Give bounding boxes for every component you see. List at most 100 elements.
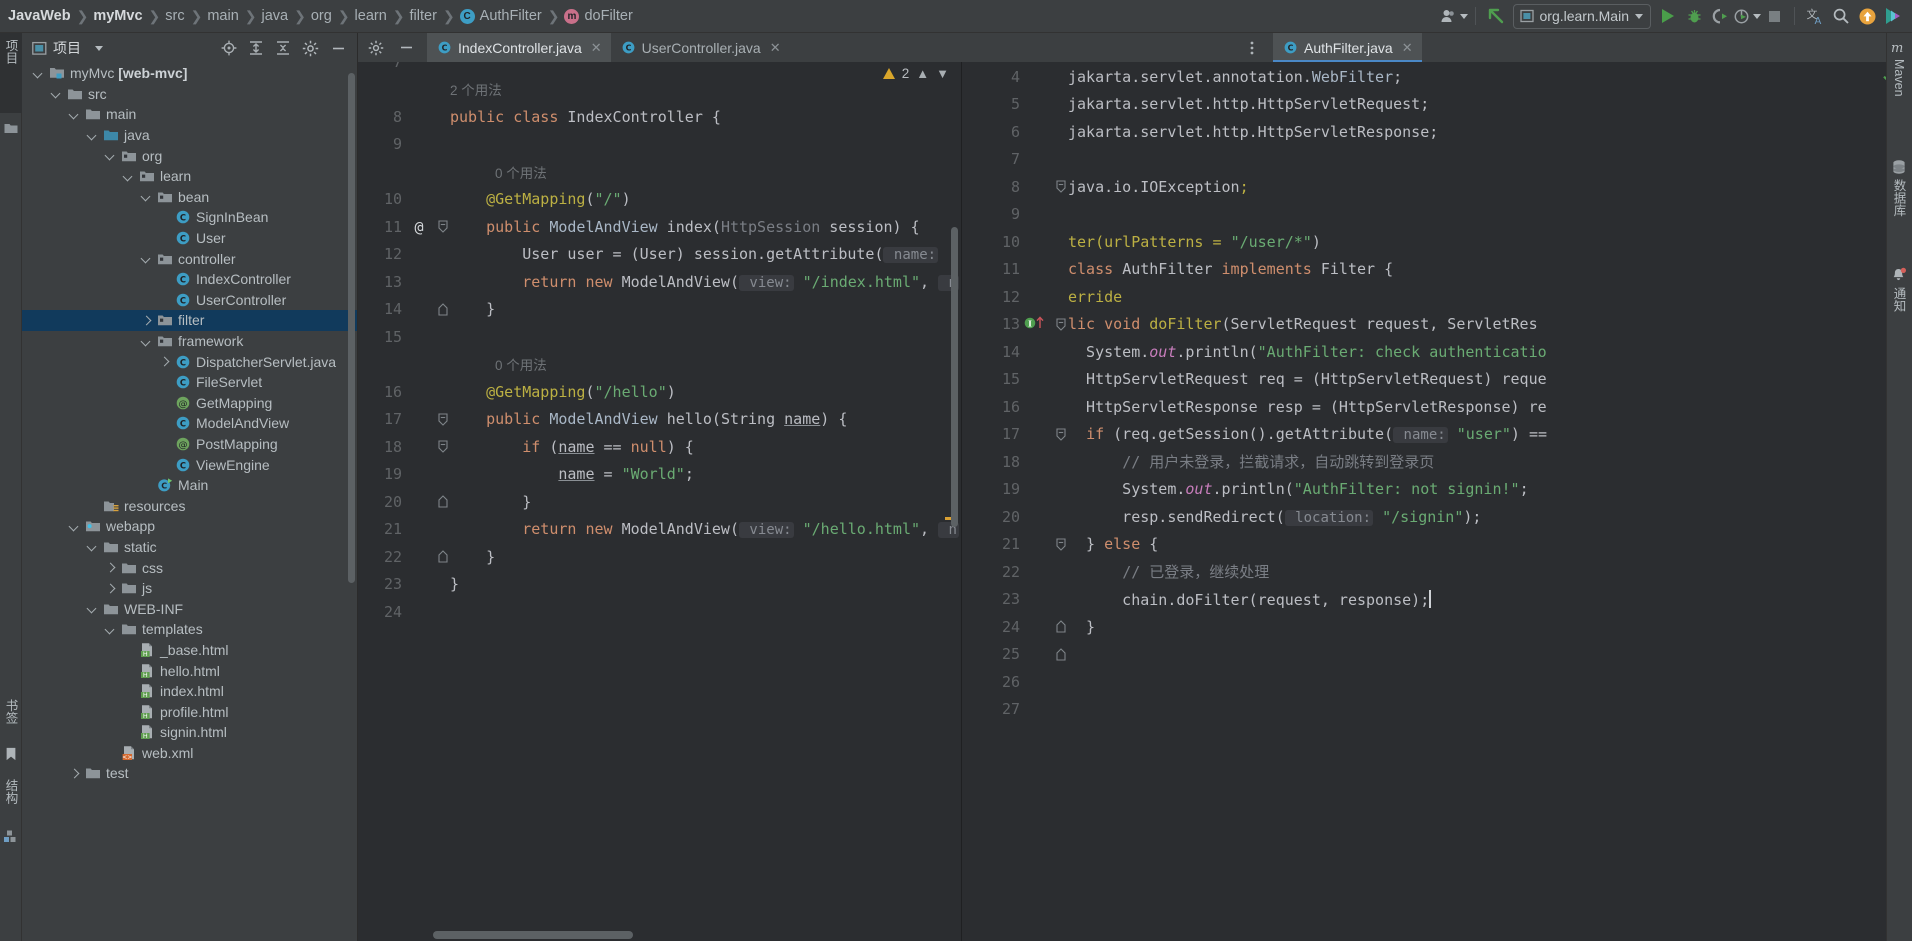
- tree-node-test[interactable]: test: [22, 763, 357, 784]
- run-configuration-selector[interactable]: org.learn.Main: [1512, 3, 1651, 29]
- editor-pane-index-controller[interactable]: 72 个用法8public class IndexController {9 0…: [358, 62, 962, 941]
- chevron-down-icon[interactable]: [68, 108, 81, 121]
- more-vertical-icon[interactable]: [1244, 40, 1260, 56]
- usage-hint[interactable]: 0 个用法: [450, 358, 547, 373]
- run-button[interactable]: [1655, 3, 1681, 29]
- chevron-down-icon[interactable]: [122, 170, 135, 183]
- tree-node-indexcontroller[interactable]: C IndexController: [22, 269, 357, 290]
- update-button[interactable]: [1854, 3, 1880, 29]
- code-line[interactable]: 11 class AuthFilter implements Filter {: [976, 256, 1912, 284]
- code-line[interactable]: 10 @GetMapping("/"): [358, 186, 961, 214]
- code-line[interactable]: 12 User user = (User) session.getAttribu…: [358, 241, 961, 269]
- breadcrumb-item-learn[interactable]: learn: [355, 8, 387, 24]
- editor-left-hscrollbar[interactable]: [433, 931, 633, 939]
- tree-node-signinbean[interactable]: C SignInBean: [22, 207, 357, 228]
- database-icon[interactable]: [1891, 159, 1907, 175]
- sidebar-item-bookmarks[interactable]: 书签: [0, 693, 22, 743]
- chevron-up-icon[interactable]: ▲: [916, 66, 929, 81]
- code-line[interactable]: 8 public class IndexController {: [358, 103, 961, 131]
- code-line[interactable]: 19 name = "World";: [358, 461, 961, 489]
- settings-gear-icon[interactable]: [302, 40, 319, 57]
- gutter-marks[interactable]: I: [1020, 315, 1054, 334]
- code-line[interactable]: 9: [976, 201, 1912, 229]
- sidebar-item-maven[interactable]: Maven: [1886, 59, 1912, 119]
- tree-node-profile-html[interactable]: Hprofile.html: [22, 701, 357, 722]
- chevron-right-icon[interactable]: [104, 561, 117, 574]
- code-line[interactable]: 14 System.out.println("AuthFilter: check…: [976, 338, 1912, 366]
- tree-node-templates[interactable]: templates: [22, 619, 357, 640]
- tree-node-dispatcherservlet-java[interactable]: C DispatcherServlet.java: [22, 351, 357, 372]
- tree-node-fileservlet[interactable]: C FileServlet: [22, 372, 357, 393]
- fold-collapse-icon[interactable]: [436, 440, 450, 454]
- code-line[interactable]: 9: [358, 131, 961, 159]
- chevron-right-icon[interactable]: [68, 767, 81, 780]
- override-annotation-gutter-icon[interactable]: @: [414, 218, 423, 236]
- breadcrumb-item-src[interactable]: src: [165, 8, 184, 24]
- code-line[interactable]: 26: [976, 668, 1912, 696]
- code-line[interactable]: 6 jakarta.servlet.http.HttpServletRespons…: [976, 118, 1912, 146]
- inspection-widget-left[interactable]: 2 ▲ ▼: [882, 66, 949, 81]
- breadcrumb-item-dofilter[interactable]: m doFilter: [564, 8, 633, 24]
- chevron-down-icon[interactable]: [140, 190, 153, 203]
- maven-icon[interactable]: m: [1891, 39, 1907, 55]
- editor-left-more-actions[interactable]: [1233, 33, 1273, 62]
- tree-node--base-html[interactable]: H _base.html: [22, 640, 357, 661]
- close-icon[interactable]: ✕: [591, 40, 602, 56]
- tree-node-src[interactable]: src: [22, 84, 357, 105]
- chevron-down-icon[interactable]: [86, 602, 99, 615]
- chevron-down-icon[interactable]: ▼: [936, 66, 949, 81]
- tree-node-java[interactable]: java: [22, 125, 357, 146]
- code-line[interactable]: 23 chain.doFilter(request, response);: [976, 586, 1912, 614]
- ai-assistant-button[interactable]: [1880, 3, 1906, 29]
- fold-collapse-icon[interactable]: [1054, 428, 1068, 441]
- chevron-right-icon[interactable]: [104, 582, 117, 595]
- tree-node-resources[interactable]: resources: [22, 495, 357, 516]
- code-line[interactable]: 7: [358, 62, 961, 76]
- tree-node-index-html[interactable]: Hindex.html: [22, 681, 357, 702]
- code-line[interactable]: 20 }: [358, 488, 961, 516]
- tree-node-framework[interactable]: framework: [22, 331, 357, 352]
- tree-node-controller[interactable]: controller: [22, 248, 357, 269]
- implementing-method-gutter-icon[interactable]: I: [1024, 315, 1050, 334]
- code-line[interactable]: 5 jakarta.servlet.http.HttpServletRequest…: [976, 91, 1912, 119]
- chevron-down-icon[interactable]: [95, 45, 103, 51]
- tree-node-web-inf[interactable]: WEB-INF: [22, 598, 357, 619]
- code-line[interactable]: 0 个用法: [358, 351, 961, 379]
- fold-end-icon[interactable]: [436, 302, 450, 316]
- fold-end-icon[interactable]: [436, 550, 450, 563]
- code-line[interactable]: 17 public ModelAndView hello(String name…: [358, 406, 961, 434]
- code-line[interactable]: 25: [976, 641, 1912, 669]
- chevron-right-icon[interactable]: [140, 314, 153, 327]
- fold-end-icon[interactable]: [1054, 647, 1068, 661]
- select-opened-file-icon[interactable]: [221, 40, 237, 56]
- breadcrumb-item-org[interactable]: org: [311, 8, 332, 24]
- code-line[interactable]: 15 HttpServletRequest req = (HttpServlet…: [976, 366, 1912, 394]
- chevron-right-icon[interactable]: [158, 355, 171, 368]
- bookmark-icon[interactable]: [4, 747, 18, 761]
- code-line[interactable]: 22 // 已登录，继续处理: [976, 558, 1912, 586]
- code-line[interactable]: 21 } else {: [976, 531, 1912, 559]
- code-line[interactable]: 8 java.io.IOException;: [976, 173, 1912, 201]
- folder-icon[interactable]: [4, 121, 18, 135]
- tree-node-webapp[interactable]: webapp: [22, 516, 357, 537]
- tree-node-main[interactable]: C Main: [22, 475, 357, 496]
- tree-node-static[interactable]: static: [22, 537, 357, 558]
- code-line[interactable]: 2 个用法: [358, 76, 961, 104]
- tree-node-learn[interactable]: learn: [22, 166, 357, 187]
- fold-collapse-icon[interactable]: [436, 413, 450, 426]
- account-button[interactable]: [1440, 3, 1468, 29]
- editor-left-vscrollbar[interactable]: [951, 227, 958, 527]
- code-line[interactable]: 13 return new ModelAndView( view: "/inde…: [358, 268, 961, 296]
- code-line[interactable]: 21 return new ModelAndView( view: "/hell…: [358, 516, 961, 544]
- chevron-down-icon[interactable]: [104, 623, 117, 636]
- tree-node-js[interactable]: js: [22, 578, 357, 599]
- chevron-down-icon[interactable]: [140, 335, 153, 348]
- close-icon[interactable]: ✕: [770, 40, 781, 56]
- tree-node-bean[interactable]: bean: [22, 187, 357, 208]
- structure-icon[interactable]: [4, 829, 18, 843]
- breadcrumb-item-main[interactable]: main: [207, 8, 238, 24]
- chevron-down-icon[interactable]: [68, 520, 81, 533]
- translate-button[interactable]: 文 A: [1802, 3, 1828, 29]
- tree-node-user[interactable]: C User: [22, 228, 357, 249]
- fold-collapse-icon[interactable]: [1054, 538, 1068, 551]
